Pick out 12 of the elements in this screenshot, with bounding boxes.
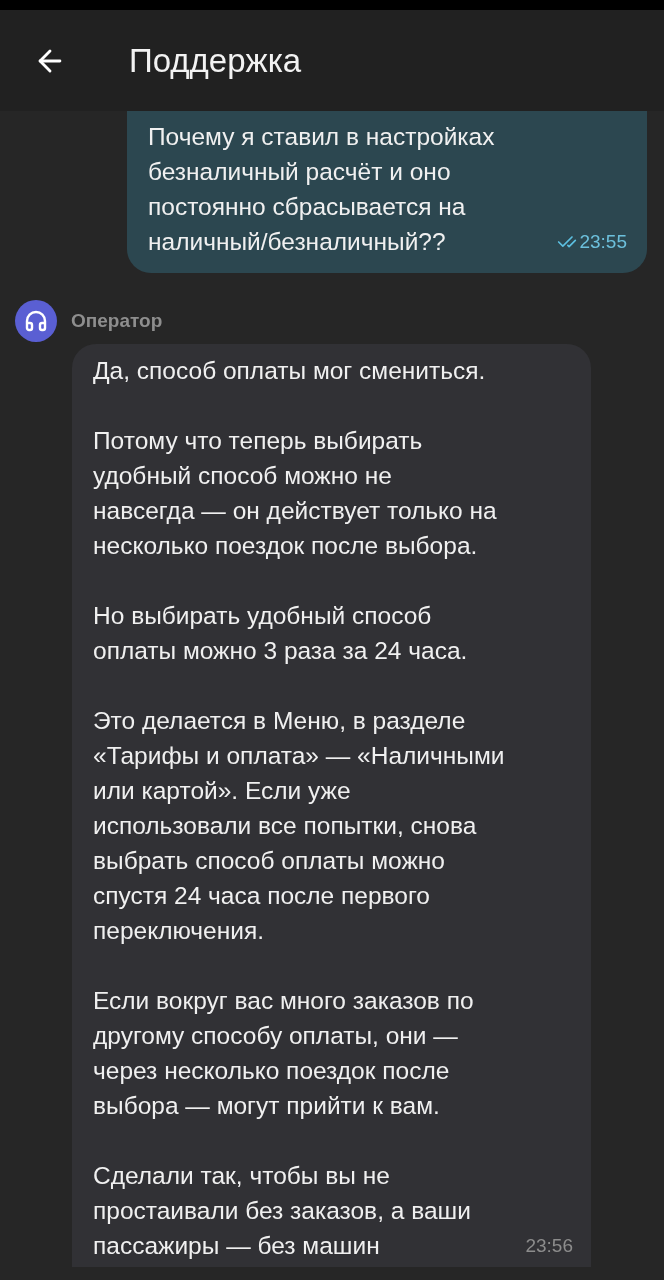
message-text: Почему я ставил в настройках безналичный расчёт и оно постоянно сбрасывается на наличный/безналичный?? bbox=[148, 122, 495, 257]
message-time: 23:56 bbox=[525, 1234, 573, 1257]
screen-title: Поддержка bbox=[129, 40, 302, 81]
message-text: Это делается в Меню, в разделе «Тарифы и оплата» — «Наличными или картой». Если уже использовали все попытки, снова выбрать способ оплаты можно спустя 24 часа после первого переключения. bbox=[93, 706, 506, 946]
message-text: Да, способ оплаты мог смениться. bbox=[93, 356, 487, 386]
message-text: Но выбирать удобный способ оплаты можно 3 раза за 24 часа. bbox=[93, 601, 469, 666]
message-text: Потому что теперь выбирать удобный способ можно не навсегда — он действует только на несколько поездок после выбора. bbox=[93, 426, 498, 561]
sender-name: Оператор bbox=[71, 310, 163, 332]
message-time: 23:55 bbox=[579, 230, 627, 253]
headphones-icon bbox=[15, 300, 57, 342]
message-text: Если вокруг вас много заказов по другому способу оплаты, они — через несколько поездок после выбора — могут прийти к вам. bbox=[93, 986, 475, 1121]
message-text: Сделали так, чтобы вы не простаивали без заказов, а ваши пассажиры — без машин bbox=[93, 1161, 471, 1261]
